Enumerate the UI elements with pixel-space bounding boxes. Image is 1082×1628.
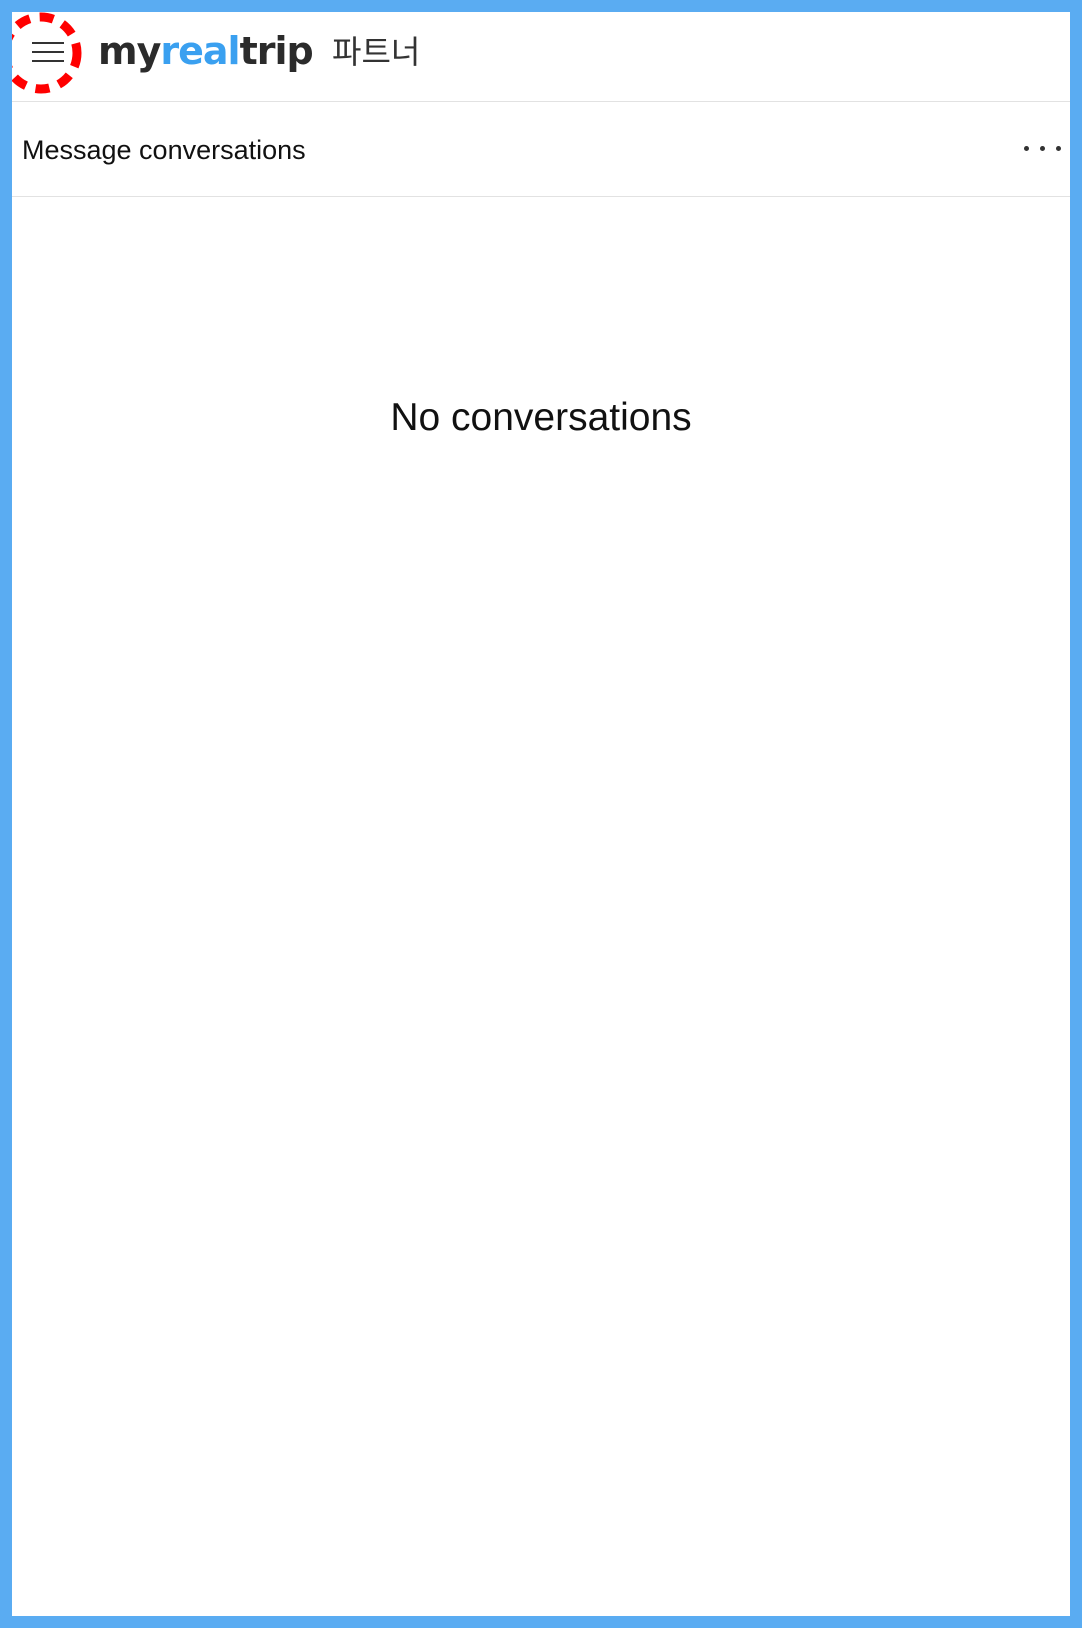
more-dots-icon bbox=[1024, 146, 1029, 151]
more-dots-icon-dot bbox=[1056, 146, 1061, 151]
top-header: my real trip 파트너 bbox=[12, 12, 1070, 102]
app-frame: my real trip 파트너 Message conversations N… bbox=[12, 12, 1070, 1616]
more-options-button[interactable] bbox=[1016, 130, 1066, 166]
hamburger-menu-icon-bar bbox=[32, 51, 64, 53]
logo-part-my: my bbox=[98, 29, 161, 73]
more-dots-icon-dot bbox=[1040, 146, 1045, 151]
page-title: Message conversations bbox=[22, 135, 306, 165]
myrealtrip-logo[interactable]: my real trip bbox=[98, 26, 314, 76]
empty-conversations-message: No conversations bbox=[390, 396, 692, 439]
hamburger-menu-icon-bar bbox=[32, 60, 64, 62]
page-subheader: Message conversations bbox=[12, 102, 1070, 197]
logo-part-real: real bbox=[160, 29, 240, 73]
hamburger-menu-button[interactable] bbox=[22, 26, 74, 78]
logo-part-trip: trip bbox=[239, 29, 314, 73]
hamburger-menu-icon bbox=[32, 42, 64, 44]
partner-label: 파트너 bbox=[332, 34, 421, 70]
